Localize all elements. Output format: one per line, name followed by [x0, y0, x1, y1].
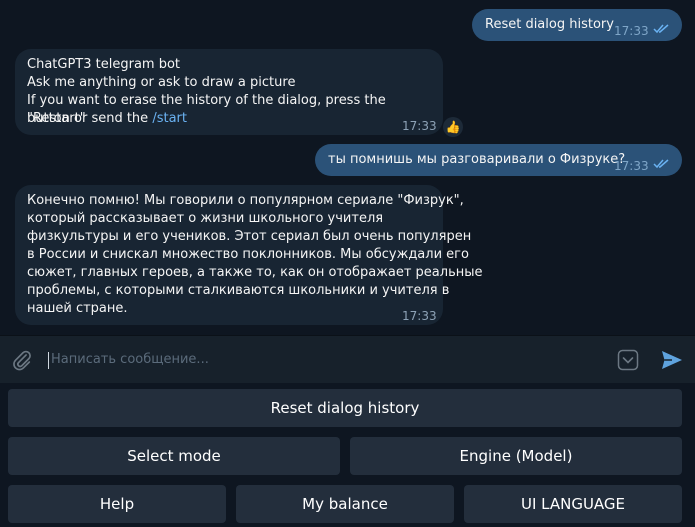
start-command-link[interactable]: /start [152, 111, 187, 126]
message-outgoing[interactable]: Reset dialog history 17:33 [472, 9, 682, 41]
message-time: 17:33 [614, 24, 649, 38]
message-line: в России и снискал множество поклонников… [27, 247, 469, 262]
text-caret [48, 352, 49, 369]
help-button[interactable]: Help [8, 485, 226, 523]
message-line: Ask me anything or ask to draw a picture [27, 75, 296, 90]
select-mode-button[interactable]: Select mode [8, 437, 340, 475]
message-text: Reset dialog history [485, 17, 614, 32]
message-time: 17:33 [614, 159, 649, 173]
double-check-icon [653, 159, 669, 169]
message-line: который рассказывает о жизни школьного у… [27, 211, 384, 226]
double-check-icon [653, 24, 669, 34]
chat-area: Reset dialog history 17:33 ChatGPT3 tele… [0, 0, 695, 335]
send-icon[interactable] [660, 348, 684, 372]
engine-model-button[interactable]: Engine (Model) [350, 437, 682, 475]
message-line: проблемы, с которыми сталкиваются школьн… [27, 283, 450, 298]
thumbs-up-reaction[interactable]: 👍 [443, 117, 463, 137]
message-composer: Написать сообщение... [0, 335, 695, 384]
message-line: ChatGPT3 telegram bot [27, 57, 181, 72]
message-line: button or send the [27, 111, 153, 126]
bot-keyboard: Reset dialog history Select mode Engine … [0, 383, 695, 527]
paperclip-icon[interactable] [11, 349, 33, 371]
my-balance-button[interactable]: My balance [236, 485, 454, 523]
message-incoming[interactable]: Конечно помню! Мы говорили о популярном … [15, 185, 483, 325]
message-incoming[interactable]: ChatGPT3 telegram bot Ask me anything or… [15, 49, 443, 135]
chevron-down-icon[interactable] [617, 349, 639, 371]
message-input[interactable]: Написать сообщение... [51, 352, 209, 367]
message-time: 17:33 [402, 119, 437, 133]
message-line: нашей стране. [27, 301, 128, 316]
message-line-with-link: button or send the /start [27, 110, 187, 128]
message-line: сюжет, главных героев, а также то, как о… [27, 265, 483, 280]
message-line: Конечно помню! Мы говорили о популярном … [27, 193, 464, 208]
ui-language-button[interactable]: UI LANGUAGE [464, 485, 682, 523]
message-time: 17:33 [402, 309, 437, 323]
message-text: ты помнишь мы разговаривали о Физруке? [328, 152, 626, 167]
message-line: физкультуры и его учеников. Этот сериал … [27, 229, 472, 244]
message-outgoing[interactable]: ты помнишь мы разговаривали о Физруке? 1… [315, 144, 682, 176]
reset-dialog-history-button[interactable]: Reset dialog history [8, 389, 682, 427]
